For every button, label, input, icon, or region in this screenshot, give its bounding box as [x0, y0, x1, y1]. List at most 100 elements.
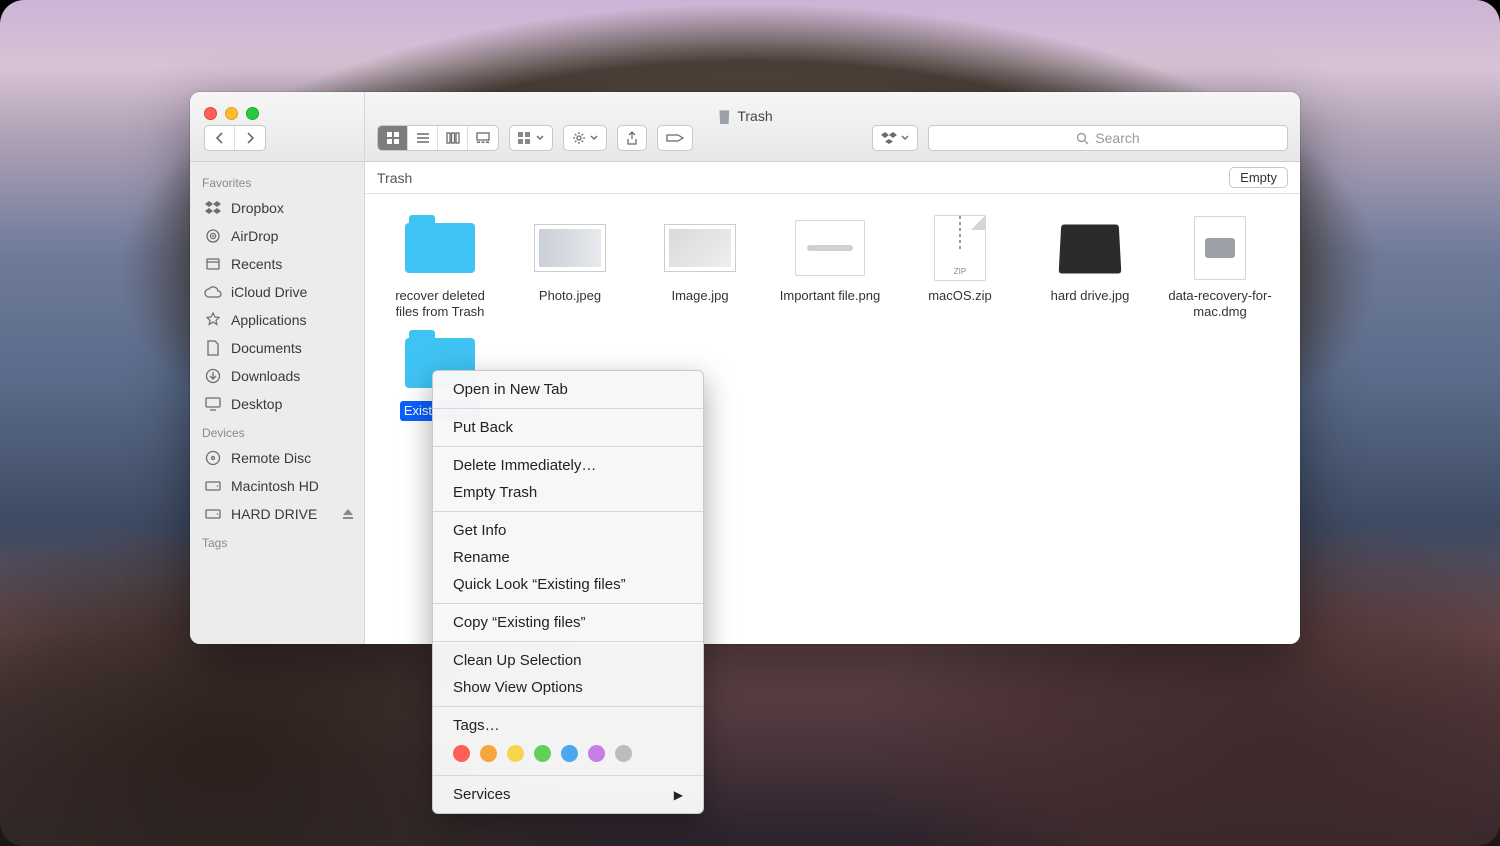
file-item-image[interactable]: hard drive.jpg: [1025, 212, 1155, 327]
menu-item-rename[interactable]: Rename: [433, 544, 703, 571]
dropbox-icon: [204, 199, 222, 217]
folder-icon: [405, 223, 475, 273]
location-label: Trash: [377, 170, 412, 186]
tag-dot-purple[interactable]: [588, 745, 605, 762]
disc-icon: [204, 449, 222, 467]
menu-item-put-back[interactable]: Put Back: [433, 414, 703, 441]
list-view-button[interactable]: [408, 126, 438, 150]
file-item-image[interactable]: Image.jpg: [635, 212, 765, 327]
menu-separator: [433, 511, 703, 512]
file-item-image[interactable]: Photo.jpeg: [505, 212, 635, 327]
sidebar-item-label: Applications: [231, 312, 307, 328]
tags-button[interactable]: [657, 125, 693, 151]
column-view-button[interactable]: [438, 126, 468, 150]
menu-item-empty-trash[interactable]: Empty Trash: [433, 479, 703, 506]
chevron-down-icon: [901, 135, 909, 141]
sidebar-item-desktop[interactable]: Desktop: [190, 390, 364, 418]
tag-dot-red[interactable]: [453, 745, 470, 762]
menu-item-quick-look[interactable]: Quick Look “Existing files”: [433, 571, 703, 598]
finder-window: Favorites Dropbox AirDrop Recents iCloud…: [190, 92, 1300, 644]
sidebar-item-dropbox[interactable]: Dropbox: [190, 194, 364, 222]
menu-item-show-view-options[interactable]: Show View Options: [433, 674, 703, 701]
share-icon: [626, 131, 638, 145]
sidebar-item-macintosh-hd[interactable]: Macintosh HD: [190, 472, 364, 500]
chevron-down-icon: [590, 135, 598, 141]
menu-item-tags[interactable]: Tags…: [433, 712, 703, 739]
search-icon: [1076, 132, 1089, 145]
file-label: data-recovery-for-mac.dmg: [1160, 286, 1280, 323]
zip-icon: ZIP: [934, 215, 986, 281]
downloads-icon: [204, 367, 222, 385]
sidebar-section-header: Favorites: [190, 168, 364, 194]
forward-button[interactable]: [235, 126, 265, 150]
menu-item-clean-up[interactable]: Clean Up Selection: [433, 647, 703, 674]
file-item-png[interactable]: Important file.png: [765, 212, 895, 327]
image-thumb-icon: [664, 224, 736, 272]
tag-icon: [666, 132, 684, 144]
eject-icon[interactable]: [342, 508, 354, 520]
menu-item-copy[interactable]: Copy “Existing files”: [433, 609, 703, 636]
image-thumb-icon: [1059, 225, 1122, 274]
path-bar: Trash Empty: [365, 162, 1300, 194]
sidebar-item-label: Macintosh HD: [231, 478, 319, 494]
sidebar-section-header: Tags: [190, 528, 364, 554]
hdd-icon: [204, 477, 222, 495]
sidebar-item-airdrop[interactable]: AirDrop: [190, 222, 364, 250]
view-switcher: [377, 125, 499, 151]
sidebar-item-remote-disc[interactable]: Remote Disc: [190, 444, 364, 472]
tag-dot-yellow[interactable]: [507, 745, 524, 762]
sidebar-item-label: Documents: [231, 340, 302, 356]
menu-item-open-new-tab[interactable]: Open in New Tab: [433, 376, 703, 403]
menu-separator: [433, 408, 703, 409]
action-button[interactable]: [563, 125, 607, 151]
sidebar-item-downloads[interactable]: Downloads: [190, 362, 364, 390]
file-item-zip[interactable]: ZIP macOS.zip: [895, 212, 1025, 327]
window-title: Trash: [190, 108, 1300, 124]
share-button[interactable]: [617, 125, 647, 151]
sidebar-item-applications[interactable]: Applications: [190, 306, 364, 334]
menu-item-services[interactable]: Services ▶: [433, 781, 703, 808]
menu-separator: [433, 706, 703, 707]
sidebar-item-label: Desktop: [231, 396, 282, 412]
tag-dot-gray[interactable]: [615, 745, 632, 762]
search-field[interactable]: Search: [928, 125, 1288, 151]
submenu-arrow-icon: ▶: [674, 788, 683, 802]
menu-item-delete-immediately[interactable]: Delete Immediately…: [433, 452, 703, 479]
nav-buttons: [204, 125, 266, 151]
finder-toolbar: Search: [365, 92, 1300, 162]
tag-dot-blue[interactable]: [561, 745, 578, 762]
menu-separator: [433, 775, 703, 776]
file-item-dmg[interactable]: data-recovery-for-mac.dmg: [1155, 212, 1285, 327]
arrange-button[interactable]: [509, 125, 553, 151]
finder-sidebar: Favorites Dropbox AirDrop Recents iCloud…: [190, 92, 365, 644]
sidebar-item-label: Recents: [231, 256, 282, 272]
sidebar-item-label: iCloud Drive: [231, 284, 307, 300]
sidebar-scroll[interactable]: Favorites Dropbox AirDrop Recents iCloud…: [190, 162, 364, 644]
dropbox-toolbar-button[interactable]: [872, 125, 918, 151]
gear-icon: [572, 131, 586, 145]
tag-dot-green[interactable]: [534, 745, 551, 762]
empty-trash-button[interactable]: Empty: [1229, 167, 1288, 188]
sidebar-item-recents[interactable]: Recents: [190, 250, 364, 278]
sidebar-item-icloud-drive[interactable]: iCloud Drive: [190, 278, 364, 306]
context-menu: Open in New Tab Put Back Delete Immediat…: [432, 370, 704, 814]
tag-dot-orange[interactable]: [480, 745, 497, 762]
menu-item-get-info[interactable]: Get Info: [433, 517, 703, 544]
menu-separator: [433, 641, 703, 642]
back-button[interactable]: [205, 126, 235, 150]
search-placeholder: Search: [1095, 130, 1139, 146]
sidebar-item-label: AirDrop: [231, 228, 278, 244]
icon-view-button[interactable]: [378, 126, 408, 150]
image-thumb-icon: [534, 224, 606, 272]
gallery-view-button[interactable]: [468, 126, 498, 150]
file-label: recover deleted files from Trash: [380, 286, 500, 323]
sidebar-item-hard-drive[interactable]: HARD DRIVE: [190, 500, 364, 528]
tag-color-row: [433, 739, 703, 770]
sidebar-item-documents[interactable]: Documents: [190, 334, 364, 362]
file-label: Photo.jpeg: [535, 286, 605, 306]
chevron-down-icon: [536, 135, 544, 141]
image-thumb-icon: [795, 220, 865, 276]
hdd-icon: [204, 505, 222, 523]
sidebar-item-label: HARD DRIVE: [231, 506, 317, 522]
file-item-folder[interactable]: recover deleted files from Trash: [375, 212, 505, 327]
